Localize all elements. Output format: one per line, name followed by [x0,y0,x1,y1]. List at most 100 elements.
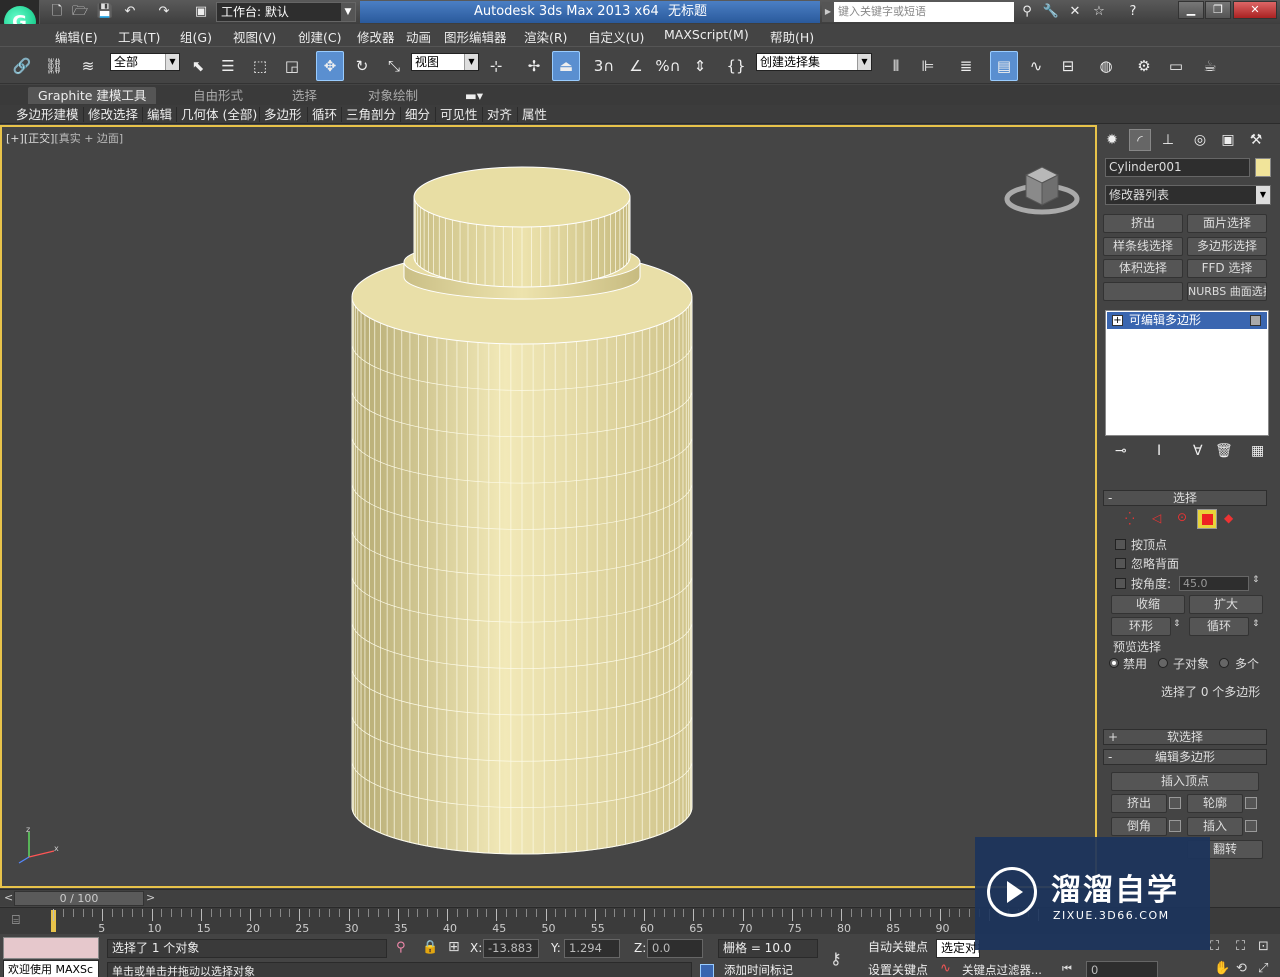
current-frame-field[interactable]: 0 [1086,961,1158,977]
add-time-tag-button[interactable]: 添加时间标记 [720,962,810,977]
set-key-button[interactable]: 设置关键点 [864,962,934,977]
align-icon[interactable]: ⊫ [914,51,942,81]
minimize-button[interactable]: ▁ [1178,1,1204,19]
bind-spacewarp-icon[interactable]: ≋ [74,51,102,81]
rollout-selection-header[interactable]: - 选择 [1103,490,1267,506]
loop-spinner-icon[interactable]: ⇕ [1252,619,1260,629]
prev-frame-icon[interactable]: < [4,891,13,904]
link-icon[interactable]: 🔗 [8,51,36,81]
unlink-icon[interactable]: ⛓ [40,51,68,81]
object-color-swatch[interactable] [1255,158,1271,177]
select-and-rotate-icon[interactable]: ↻ [348,51,376,81]
rectangular-selection-icon[interactable]: ⬚ [246,51,274,81]
schematic-view-icon[interactable]: ⊟ [1054,51,1082,81]
loop-button[interactable]: 循环 [1189,617,1249,636]
modifier-button-poly-select[interactable]: 多边形选择 [1187,237,1267,256]
search-expand-icon[interactable]: ▶ [822,2,834,22]
field-of-view-icon[interactable]: ⊡ [1258,939,1269,954]
configure-sets-icon[interactable]: ▦ [1251,443,1264,459]
panel-visibility[interactable]: 可见性 [440,106,478,123]
inset-settings-icon[interactable] [1245,820,1257,832]
tab-selection[interactable]: 选择 [292,87,317,104]
make-unique-icon[interactable]: ∀ [1193,443,1203,459]
help-icon[interactable]: ? [1124,3,1142,21]
select-and-move-icon[interactable]: ✥ [316,51,344,81]
render-teapot-icon[interactable]: ☕ [1196,51,1224,81]
menu-maxscript[interactable]: MAXScript(M) [664,27,749,42]
window-crossing-icon[interactable]: ◲ [278,51,306,81]
perspective-viewport[interactable]: [+][正交][真实 + 边面] z x [0,125,1097,888]
snap-toggle-icon[interactable]: 3 ∩ [590,51,618,81]
tab-freeform[interactable]: 自由形式 [193,87,243,104]
viewport-view-label[interactable]: [正交] [24,132,55,145]
shrink-button[interactable]: 收缩 [1111,595,1185,614]
material-editor-icon[interactable]: ◍ [1092,51,1120,81]
ribbon-options-icon[interactable]: ▬▾ [465,87,483,104]
select-manipulate-icon[interactable]: ✢ [520,51,548,81]
ring-button[interactable]: 环形 [1111,617,1171,636]
maxscript-listener-mini[interactable] [3,937,99,959]
menu-rendering[interactable]: 渲染(R) [524,27,567,46]
modifier-button-vol-select[interactable]: 体积选择 [1103,259,1183,278]
selection-lock-icon[interactable]: 🔒 [422,940,438,955]
orbit-icon[interactable]: ⟲ [1236,961,1247,976]
stack-toggle-icon[interactable] [1250,315,1261,326]
menu-animation[interactable]: 动画 [406,27,431,46]
preview-multi-radio[interactable] [1219,658,1229,668]
next-frame-icon[interactable]: > [146,891,155,904]
viewport-shading-label[interactable]: [真实 + 边面] [54,132,123,145]
restore-button[interactable]: ❐ [1205,1,1231,19]
utilities-tab-icon[interactable]: ⚒ [1245,129,1267,151]
viewport-label[interactable]: [+][正交][真实 + 边面] [6,130,123,146]
extrude-button[interactable]: 挤出 [1111,794,1167,813]
z-coordinate-field[interactable]: 0.0 [647,939,703,958]
tab-graphite-modeling[interactable]: Graphite 建模工具 [28,87,157,104]
menu-modifiers[interactable]: 修改器 [357,27,395,46]
viewcube-icon[interactable] [1002,157,1082,222]
communication-center-icon[interactable]: ✕ [1066,3,1084,21]
zoom-extents-icon[interactable]: ⛶ [1210,939,1219,954]
stack-item-editable-poly[interactable]: + 可编辑多边形 [1107,312,1267,329]
time-tag-icon[interactable] [700,964,714,977]
modifier-button-patch-select[interactable]: 面片选择 [1187,214,1267,233]
graphite-toggle-icon[interactable]: ▤ [990,51,1018,81]
menu-help[interactable]: 帮助(H) [770,27,814,46]
curve-editor-icon[interactable]: ∿ [1022,51,1050,81]
modifier-list-dropdown[interactable]: 修改器列表 ▼ [1105,185,1271,205]
show-end-result-icon[interactable]: I [1157,443,1161,459]
modifier-button-empty[interactable] [1103,282,1183,301]
named-selection-dropdown[interactable]: 创建选择集 ▼ [756,53,872,71]
display-tab-icon[interactable]: ▣ [1217,129,1239,151]
x-coordinate-field[interactable]: -13.883 [483,939,539,958]
new-file-icon[interactable]: 🗋 [48,3,66,21]
rollout-soft-selection-header[interactable]: + 软选择 [1103,729,1267,745]
motion-tab-icon[interactable]: ◎ [1189,129,1211,151]
rendered-frame-icon[interactable]: ▭ [1162,51,1190,81]
ignore-backfacing-checkbox[interactable] [1115,558,1126,569]
y-coordinate-field[interactable]: 1.294 [564,939,620,958]
keyboard-shortcut-override-icon[interactable]: ⏏ [552,51,580,81]
modifier-button-nurbs-select[interactable]: NURBS 曲面选择 [1187,282,1267,301]
select-by-name-icon[interactable]: ☰ [214,51,242,81]
extrude-settings-icon[interactable] [1169,797,1181,809]
tab-object-paint[interactable]: 对象绘制 [368,87,418,104]
maximize-viewport-icon[interactable]: ⤢ [1258,961,1268,976]
mirror-icon[interactable]: ⫴ [882,51,910,81]
menu-tools[interactable]: 工具(T) [118,27,160,46]
outline-settings-icon[interactable] [1245,797,1257,809]
modifier-button-ffd-select[interactable]: FFD 选择 [1187,259,1267,278]
selection-filter-dropdown[interactable]: 全部 ▼ [110,53,180,71]
modifier-button-spline-select[interactable]: 样条线选择 [1103,237,1183,256]
remove-modifier-icon[interactable]: 🗑 [1215,443,1233,459]
open-file-icon[interactable]: 🗁 [71,3,89,21]
search-input[interactable]: 键入关键字或短语 [834,2,1014,22]
zoom-extents-all-icon[interactable]: ⛶ [1236,939,1245,954]
panel-loops[interactable]: 循环 [312,106,337,123]
menu-customize[interactable]: 自定义(U) [588,27,644,46]
menu-group[interactable]: 组(G) [180,27,212,46]
project-folder-icon[interactable]: ▣ [192,3,210,21]
maxscript-input[interactable]: 欢迎使用 MAXSc [3,960,99,977]
bevel-settings-icon[interactable] [1169,820,1181,832]
angle-spinner[interactable]: 45.0 [1179,576,1249,591]
panel-geometry-all[interactable]: 几何体 (全部) [181,106,257,123]
